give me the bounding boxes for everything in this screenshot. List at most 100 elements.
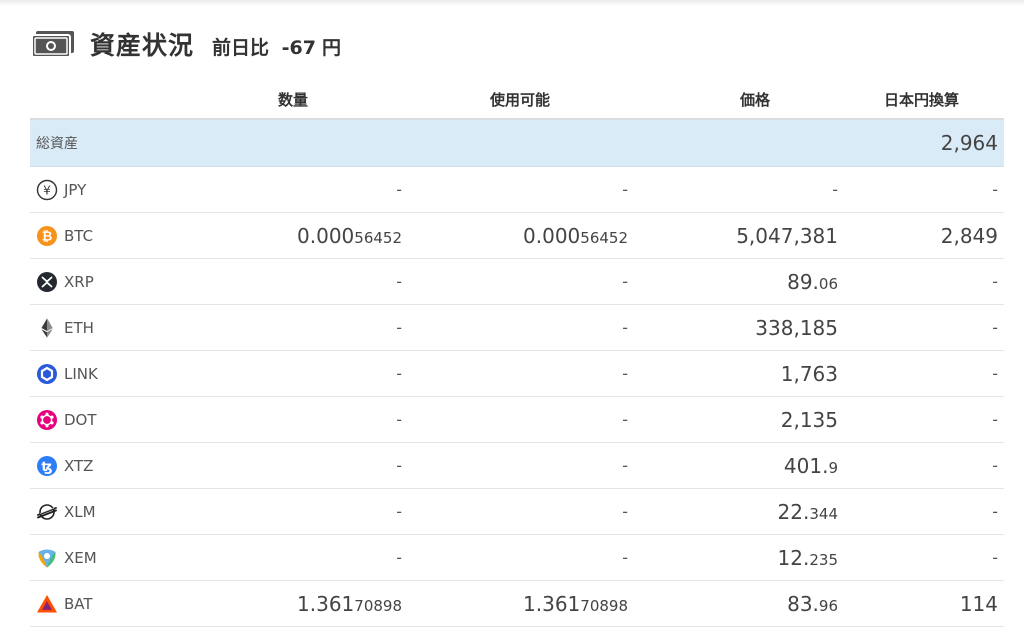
chainlink-icon xyxy=(36,363,58,385)
asset-available: - xyxy=(402,180,628,199)
asset-price-main: 401. xyxy=(783,453,829,478)
polkadot-icon xyxy=(36,409,58,431)
daily-change: 前日比 -67 円 xyxy=(212,33,341,60)
asset-jpy-value: - xyxy=(992,318,998,337)
asset-jpy-value: - xyxy=(992,410,998,429)
asset-price: 2,135 xyxy=(628,408,838,432)
asset-price: 338,185 xyxy=(628,316,838,340)
asset-name-cell: DOT xyxy=(30,409,180,431)
asset-quantity-main: 1.361 xyxy=(297,591,355,616)
asset-price: 401.9 xyxy=(628,454,838,478)
asset-name-cell: XEM xyxy=(30,547,180,569)
daily-change-value: -67 xyxy=(281,36,316,59)
asset-price-small: 9 xyxy=(828,458,838,477)
bat-icon xyxy=(36,593,58,615)
asset-symbol: XTZ xyxy=(64,456,94,475)
asset-name-cell: ꜩ XTZ xyxy=(30,455,180,477)
asset-price-main: 338,185 xyxy=(755,315,838,340)
asset-row-xem[interactable]: XEM - - 12.235 - xyxy=(30,535,1004,581)
asset-symbol: BTC xyxy=(64,226,94,245)
asset-name-cell: XLM xyxy=(30,501,180,523)
asset-row-bat[interactable]: BAT 1.36170898 1.36170898 83.96 114 xyxy=(30,581,1004,627)
asset-price-main: 5,047,381 xyxy=(736,223,838,248)
asset-jpy-value: - xyxy=(992,364,998,383)
asset-row-dot[interactable]: DOT - - 2,135 - xyxy=(30,397,1004,443)
asset-name-cell: BAT xyxy=(30,593,180,615)
asset-name-cell: ¥ JPY xyxy=(30,179,180,201)
asset-row-xtz[interactable]: ꜩ XTZ - - 401.9 - xyxy=(30,443,1004,489)
asset-available: 1.36170898 xyxy=(402,592,628,616)
svg-text:₿: ₿ xyxy=(42,229,53,244)
stellar-icon xyxy=(36,501,58,523)
header-price: 価格 xyxy=(740,90,771,109)
asset-quantity: - xyxy=(180,318,402,337)
asset-price: 89.06 xyxy=(628,270,838,294)
asset-price-main: 2,135 xyxy=(780,407,838,432)
asset-symbol: ETH xyxy=(64,318,94,337)
asset-available-small: 56452 xyxy=(580,228,628,247)
asset-price: 1,763 xyxy=(628,362,838,386)
bitcoin-icon: ₿ xyxy=(36,225,58,247)
asset-quantity: - xyxy=(180,272,402,291)
asset-table: 数量 使用可能 価格 日本円換算 総資産 2,964 ¥ JPY - - - -… xyxy=(30,80,1004,627)
asset-price: - xyxy=(628,180,838,199)
asset-price-small: 344 xyxy=(809,504,838,523)
asset-symbol: XLM xyxy=(64,502,96,521)
asset-jpy-value: - xyxy=(992,548,998,567)
asset-price-main: 83. xyxy=(787,591,819,616)
asset-available-small: 70898 xyxy=(580,596,628,615)
asset-row-link[interactable]: LINK - - 1,763 - xyxy=(30,351,1004,397)
asset-price-small: 96 xyxy=(818,596,838,615)
asset-symbol: BAT xyxy=(64,594,93,613)
asset-quantity: 1.36170898 xyxy=(180,592,402,616)
asset-row-xrp[interactable]: XRP - - 89.06 - xyxy=(30,259,1004,305)
daily-change-unit: 円 xyxy=(321,36,341,59)
asset-rows: ¥ JPY - - - - ₿ BTC 0.00056452 0.0005645… xyxy=(30,167,1004,627)
asset-row-eth[interactable]: ETH - - 338,185 - xyxy=(30,305,1004,351)
svg-text:¥: ¥ xyxy=(43,183,51,197)
asset-available: - xyxy=(402,272,628,291)
asset-row-xlm[interactable]: XLM - - 22.344 - xyxy=(30,489,1004,535)
asset-quantity-small: 70898 xyxy=(354,596,402,615)
asset-price-main: 22. xyxy=(777,499,810,524)
asset-symbol: JPY xyxy=(64,180,87,199)
asset-price-main: 89. xyxy=(787,269,819,294)
asset-available: - xyxy=(402,456,628,475)
asset-quantity: - xyxy=(180,410,402,429)
asset-quantity: 0.00056452 xyxy=(180,224,402,248)
asset-status-page: 資産状況 前日比 -67 円 数量 使用可能 価格 日本円換算 総資産 2,964… xyxy=(0,0,1024,638)
total-assets-row: 総資産 2,964 xyxy=(30,120,1004,167)
asset-quantity-small: 56452 xyxy=(354,228,402,247)
asset-row-jpy[interactable]: ¥ JPY - - - - xyxy=(30,167,1004,213)
asset-available: - xyxy=(402,364,628,383)
asset-name-cell: LINK xyxy=(30,363,180,385)
asset-quantity-main: 0.000 xyxy=(297,223,355,248)
table-header: 数量 使用可能 価格 日本円換算 xyxy=(30,80,1004,120)
asset-symbol: LINK xyxy=(64,364,98,383)
header-jpy-value: 日本円換算 xyxy=(884,90,960,109)
page-title: 資産状況 xyxy=(90,31,195,60)
asset-price: 5,047,381 xyxy=(628,224,838,248)
svg-text:ꜩ: ꜩ xyxy=(41,459,52,474)
tezos-icon: ꜩ xyxy=(36,455,58,477)
asset-name-cell: ₿ BTC xyxy=(30,225,180,247)
asset-row-btc[interactable]: ₿ BTC 0.00056452 0.00056452 5,047,381 2,… xyxy=(30,213,1004,259)
asset-jpy-value: 2,849 xyxy=(940,223,998,248)
asset-quantity: - xyxy=(180,548,402,567)
asset-available: 0.00056452 xyxy=(402,224,628,248)
asset-price-main: 12. xyxy=(777,545,810,570)
asset-jpy-value: - xyxy=(992,502,998,521)
top-shadow xyxy=(0,0,1024,6)
asset-price-small: 06 xyxy=(818,274,838,293)
asset-price: 22.344 xyxy=(628,500,838,524)
asset-quantity: - xyxy=(180,502,402,521)
xrp-icon xyxy=(36,271,58,293)
yen-icon: ¥ xyxy=(36,179,58,201)
total-assets-label: 総資産 xyxy=(36,136,78,152)
header-quantity: 数量 xyxy=(278,90,309,109)
asset-available: - xyxy=(402,410,628,429)
asset-name-cell: XRP xyxy=(30,271,180,293)
asset-jpy-value: - xyxy=(992,180,998,199)
asset-name-cell: ETH xyxy=(30,317,180,339)
asset-jpy-value: - xyxy=(992,272,998,291)
